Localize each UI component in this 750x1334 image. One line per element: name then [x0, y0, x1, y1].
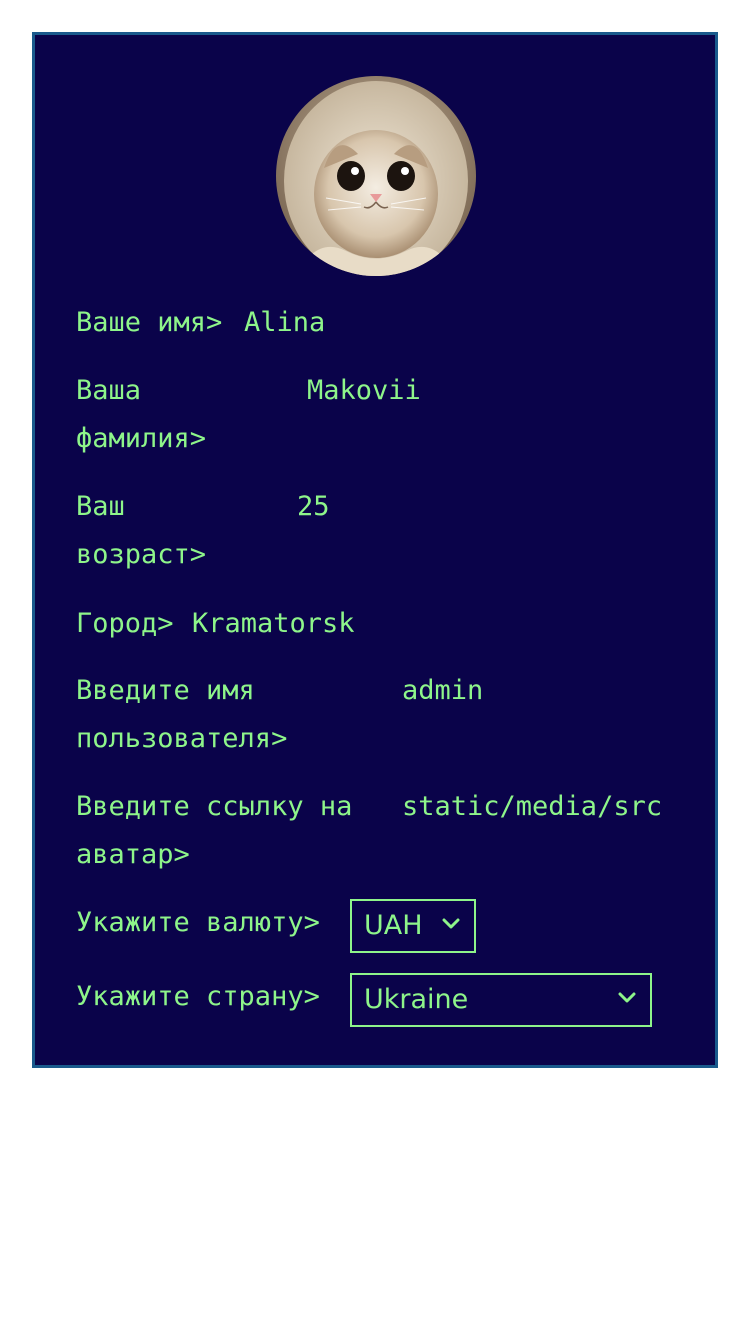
field-country: Укажите страну> Ukraine	[76, 973, 696, 1027]
avatar-url-label: Введите ссылку на аватар>	[76, 791, 353, 870]
country-select[interactable]: Ukraine	[350, 973, 652, 1027]
field-avatar-url: Введите ссылку на аватар> static/media/s…	[76, 783, 676, 879]
age-value[interactable]: 25	[297, 483, 597, 531]
cat-avatar-image	[276, 76, 476, 276]
last-name-value[interactable]: Makovii	[307, 367, 607, 415]
field-last-name: Ваша фамилия> Makovii	[76, 367, 676, 463]
username-label: Введите имя пользователя>	[76, 675, 288, 754]
avatar	[276, 76, 476, 276]
chevron-down-icon	[442, 901, 464, 951]
chevron-down-icon	[618, 975, 640, 1025]
currency-label: Укажите валюту>	[76, 907, 320, 938]
field-first-name: Ваше имя> Alina	[76, 299, 676, 347]
age-label: Ваш возраст>	[76, 491, 207, 570]
country-label: Укажите страну>	[76, 981, 320, 1012]
field-currency: Укажите валюту> UAH	[76, 899, 696, 953]
currency-selected-value: UAH	[364, 910, 423, 941]
last-name-label: Ваша фамилия>	[76, 375, 207, 454]
country-selected-value: Ukraine	[364, 984, 469, 1015]
field-age: Ваш возраст> 25	[76, 483, 676, 579]
first-name-value[interactable]: Alina	[244, 299, 544, 347]
first-name-label: Ваше имя>	[76, 307, 223, 338]
username-value[interactable]: admin	[402, 667, 652, 715]
city-value[interactable]: Kramatorsk	[192, 600, 492, 648]
profile-panel: Ваше имя> Alina Ваша фамилия> Makovii Ва…	[32, 32, 718, 1068]
field-city: Город> Kramatorsk	[76, 600, 676, 648]
avatar-url-value[interactable]: static/media/src	[402, 783, 674, 831]
city-label: Город>	[76, 608, 174, 639]
field-username: Введите имя пользователя> admin	[76, 667, 676, 763]
currency-select[interactable]: UAH	[350, 899, 476, 953]
